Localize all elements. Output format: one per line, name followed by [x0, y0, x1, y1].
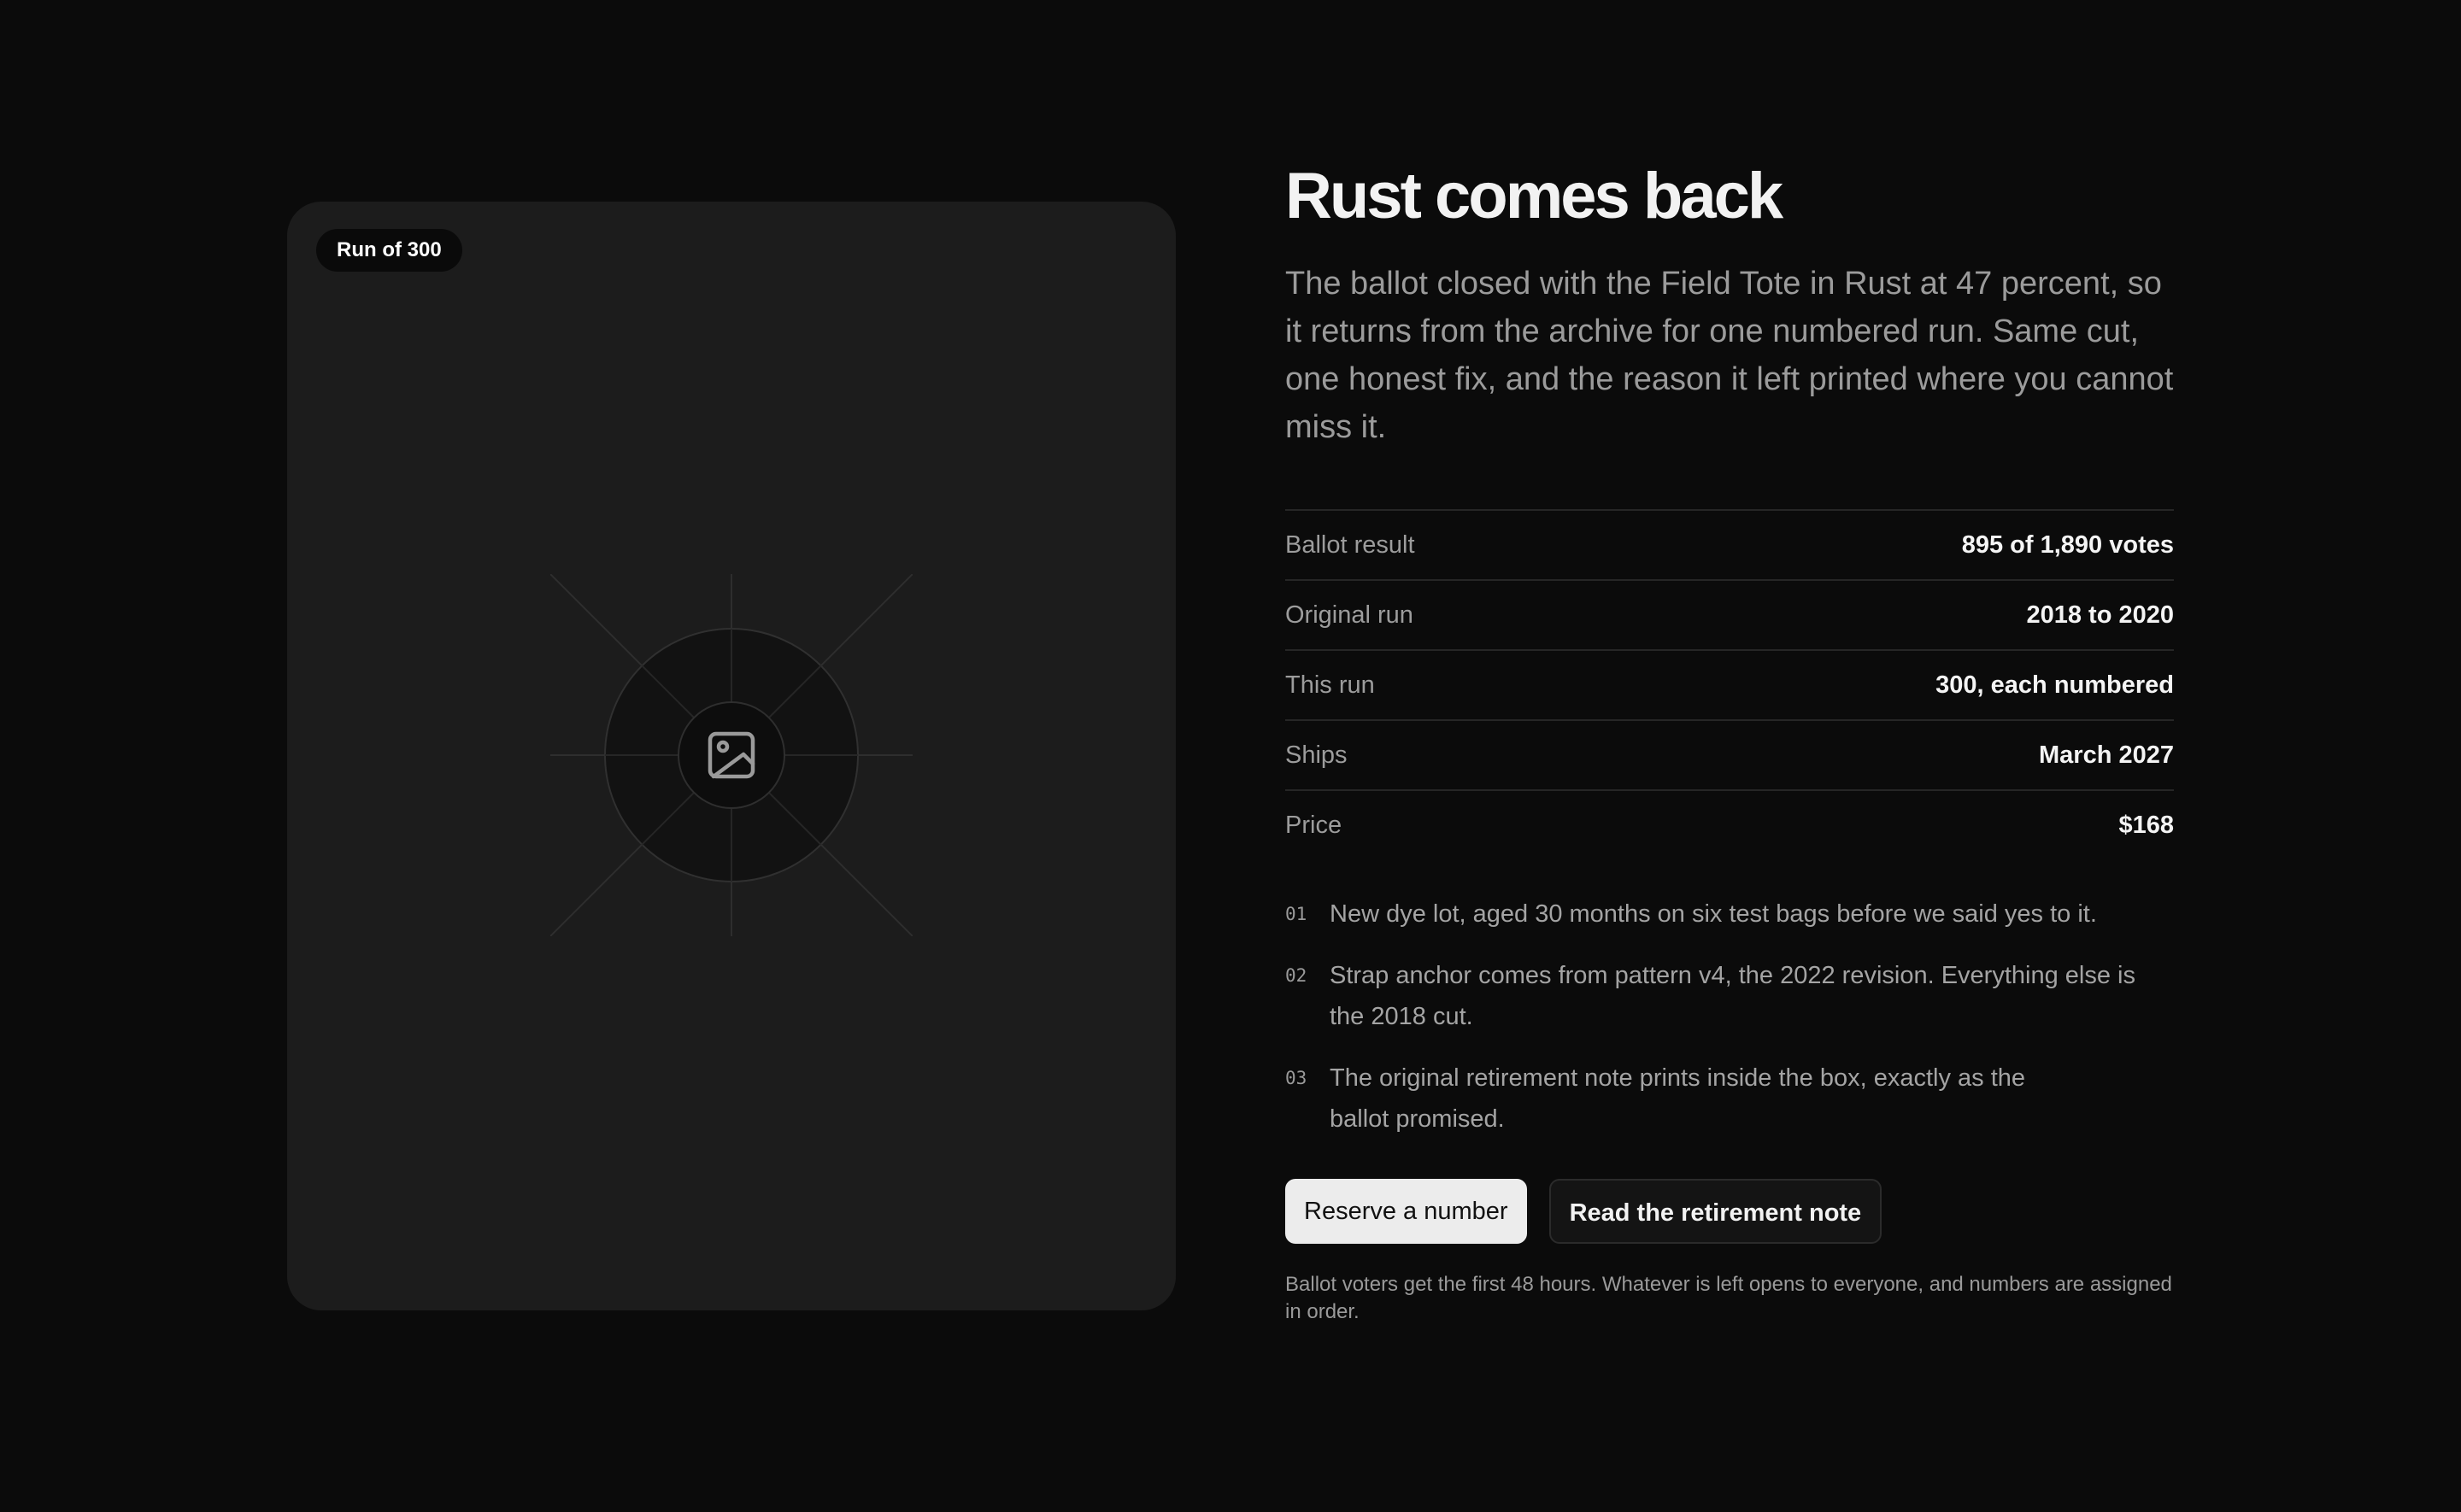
spec-row: Ballot result 895 of 1,890 votes [1285, 511, 2174, 581]
list-item: 03 The original retirement note prints i… [1285, 1058, 2174, 1140]
spec-table: Ballot result 895 of 1,890 votes Origina… [1285, 509, 2174, 859]
run-badge: Run of 300 [316, 229, 462, 272]
list-item: 02 Strap anchor comes from pattern v4, t… [1285, 955, 2174, 1037]
spec-value: $168 [2118, 811, 2174, 839]
spec-value: 895 of 1,890 votes [1961, 530, 2174, 559]
spec-label: Original run [1285, 601, 1413, 629]
note-text: New dye lot, aged 30 months on six test … [1330, 900, 2097, 928]
product-description: The ballot closed with the Field Tote in… [1285, 266, 2174, 445]
read-retirement-note-button[interactable]: Read the retirement note [1548, 1179, 1882, 1244]
spec-row: Ships March 2027 [1285, 721, 2174, 791]
spec-label: Ships [1285, 741, 1348, 769]
spec-label: This run [1285, 671, 1375, 699]
spec-row: This run 300, each numbered [1285, 651, 2174, 721]
spec-label: Price [1285, 811, 1342, 839]
note-text: Strap anchor comes from pattern v4, the … [1330, 962, 2135, 1030]
product-details: Rust comes back The ballot closed with t… [1285, 154, 2174, 1326]
spec-value: March 2027 [2039, 741, 2174, 769]
spec-value: 2018 to 2020 [2026, 601, 2174, 629]
product-image-card: Run of 300 [287, 202, 1176, 1310]
reserve-number-button[interactable]: Reserve a number [1285, 1179, 1527, 1244]
action-buttons: Reserve a number Read the retirement not… [1285, 1179, 2174, 1244]
change-notes: 01 New dye lot, aged 30 months on six te… [1285, 894, 2174, 1140]
note-number: 03 [1285, 1068, 1307, 1088]
list-item: 01 New dye lot, aged 30 months on six te… [1285, 894, 2174, 935]
image-placeholder [550, 574, 913, 936]
note-number: 02 [1285, 965, 1307, 986]
spec-row: Price $168 [1285, 791, 2174, 859]
note-number: 01 [1285, 904, 1307, 924]
page-title: Rust comes back [1285, 160, 1783, 232]
fine-print: Ballot voters get the first 48 hours. Wh… [1285, 1273, 2172, 1323]
spec-row: Original run 2018 to 2020 [1285, 581, 2174, 651]
spec-value: 300, each numbered [1935, 671, 2174, 699]
spec-label: Ballot result [1285, 530, 1415, 559]
page: Run of 300 Rust comes back The ballot cl… [0, 0, 2461, 1512]
note-text: The original retirement note prints insi… [1330, 1064, 2026, 1133]
